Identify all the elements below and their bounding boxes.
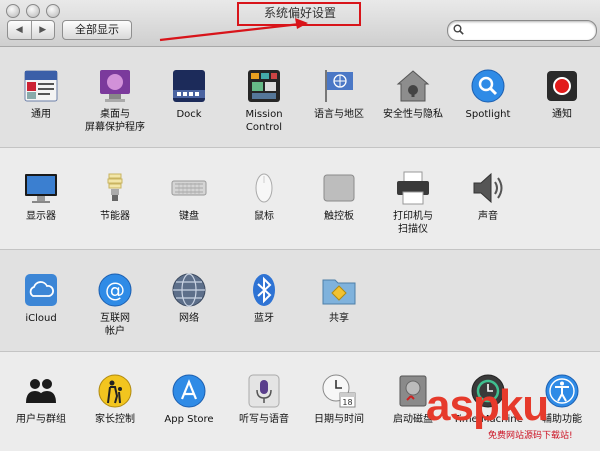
energy-saver-icon xyxy=(107,173,123,201)
pane-label: 听写与语音 xyxy=(239,414,289,425)
pane-label: 节能器 xyxy=(100,211,130,222)
pane-label: 蓝牙 xyxy=(254,313,274,324)
sharing-icon xyxy=(322,279,356,305)
mouse-icon xyxy=(255,173,273,203)
pane-label: Dock xyxy=(176,109,202,120)
pane-label: 声音 xyxy=(478,211,498,222)
pane-label: 鼠标 xyxy=(254,211,274,222)
pane-label: 日期与时间 xyxy=(314,414,364,425)
pane-label: 通知 xyxy=(552,109,572,120)
date-time-icon: 18 xyxy=(322,374,356,408)
pane-label: 打印机与 扫描仪 xyxy=(393,211,433,235)
pane-label: 互联网 帐户 xyxy=(100,313,130,337)
pane-label: 安全性与隐私 xyxy=(383,109,443,120)
language-region-icon xyxy=(325,70,353,102)
parental-controls-icon xyxy=(98,374,132,408)
pane-label: 触控板 xyxy=(324,211,354,222)
spotlight-icon xyxy=(471,69,505,103)
pane-label: 显示器 xyxy=(26,211,56,222)
notifications-icon xyxy=(547,71,577,101)
watermark-subtitle: 免费网站源码下载站! xyxy=(488,431,573,441)
pane-label: 键盘 xyxy=(179,211,199,222)
pane-label: App Store xyxy=(164,414,214,425)
displays-icon xyxy=(25,174,57,203)
watermark-brand: aspku xyxy=(426,381,549,430)
desktop-screensaver-icon xyxy=(100,70,130,102)
printers-scanners-icon xyxy=(397,171,429,205)
trackpad-icon xyxy=(323,174,355,202)
bluetooth-icon xyxy=(253,274,275,306)
dock-icon xyxy=(173,70,205,102)
app-store-icon xyxy=(172,374,206,408)
sound-icon xyxy=(473,172,503,204)
pane-label: 用户与群组 xyxy=(16,414,66,425)
pane-label: 桌面与 屏幕保护程序 xyxy=(85,109,145,133)
pane-label: 共享 xyxy=(329,313,349,324)
pane-label: 通用 xyxy=(31,109,51,120)
dictation-speech-icon xyxy=(248,374,280,408)
pane-label: 家长控制 xyxy=(95,414,135,425)
internet-accounts-icon: @ xyxy=(98,273,132,307)
svg-text:@: @ xyxy=(105,278,125,302)
section-hardware xyxy=(0,148,600,249)
keyboard-icon xyxy=(171,180,207,196)
pane-label: Spotlight xyxy=(465,109,511,120)
pane-label: 语言与地区 xyxy=(314,109,364,120)
network-icon xyxy=(172,273,206,307)
users-groups-icon xyxy=(26,379,56,403)
calendar-day-text: 18 xyxy=(342,398,352,407)
icloud-icon xyxy=(25,274,57,306)
pane-label: iCloud xyxy=(25,313,57,324)
pane-label: Mission Control xyxy=(245,109,283,133)
security-privacy-icon xyxy=(396,70,430,102)
general-icon xyxy=(24,70,58,102)
mission-control-icon xyxy=(248,70,280,102)
pane-label: 网络 xyxy=(179,313,199,324)
watermark-logo: aspku 免费网站源码下载站! xyxy=(426,384,600,444)
